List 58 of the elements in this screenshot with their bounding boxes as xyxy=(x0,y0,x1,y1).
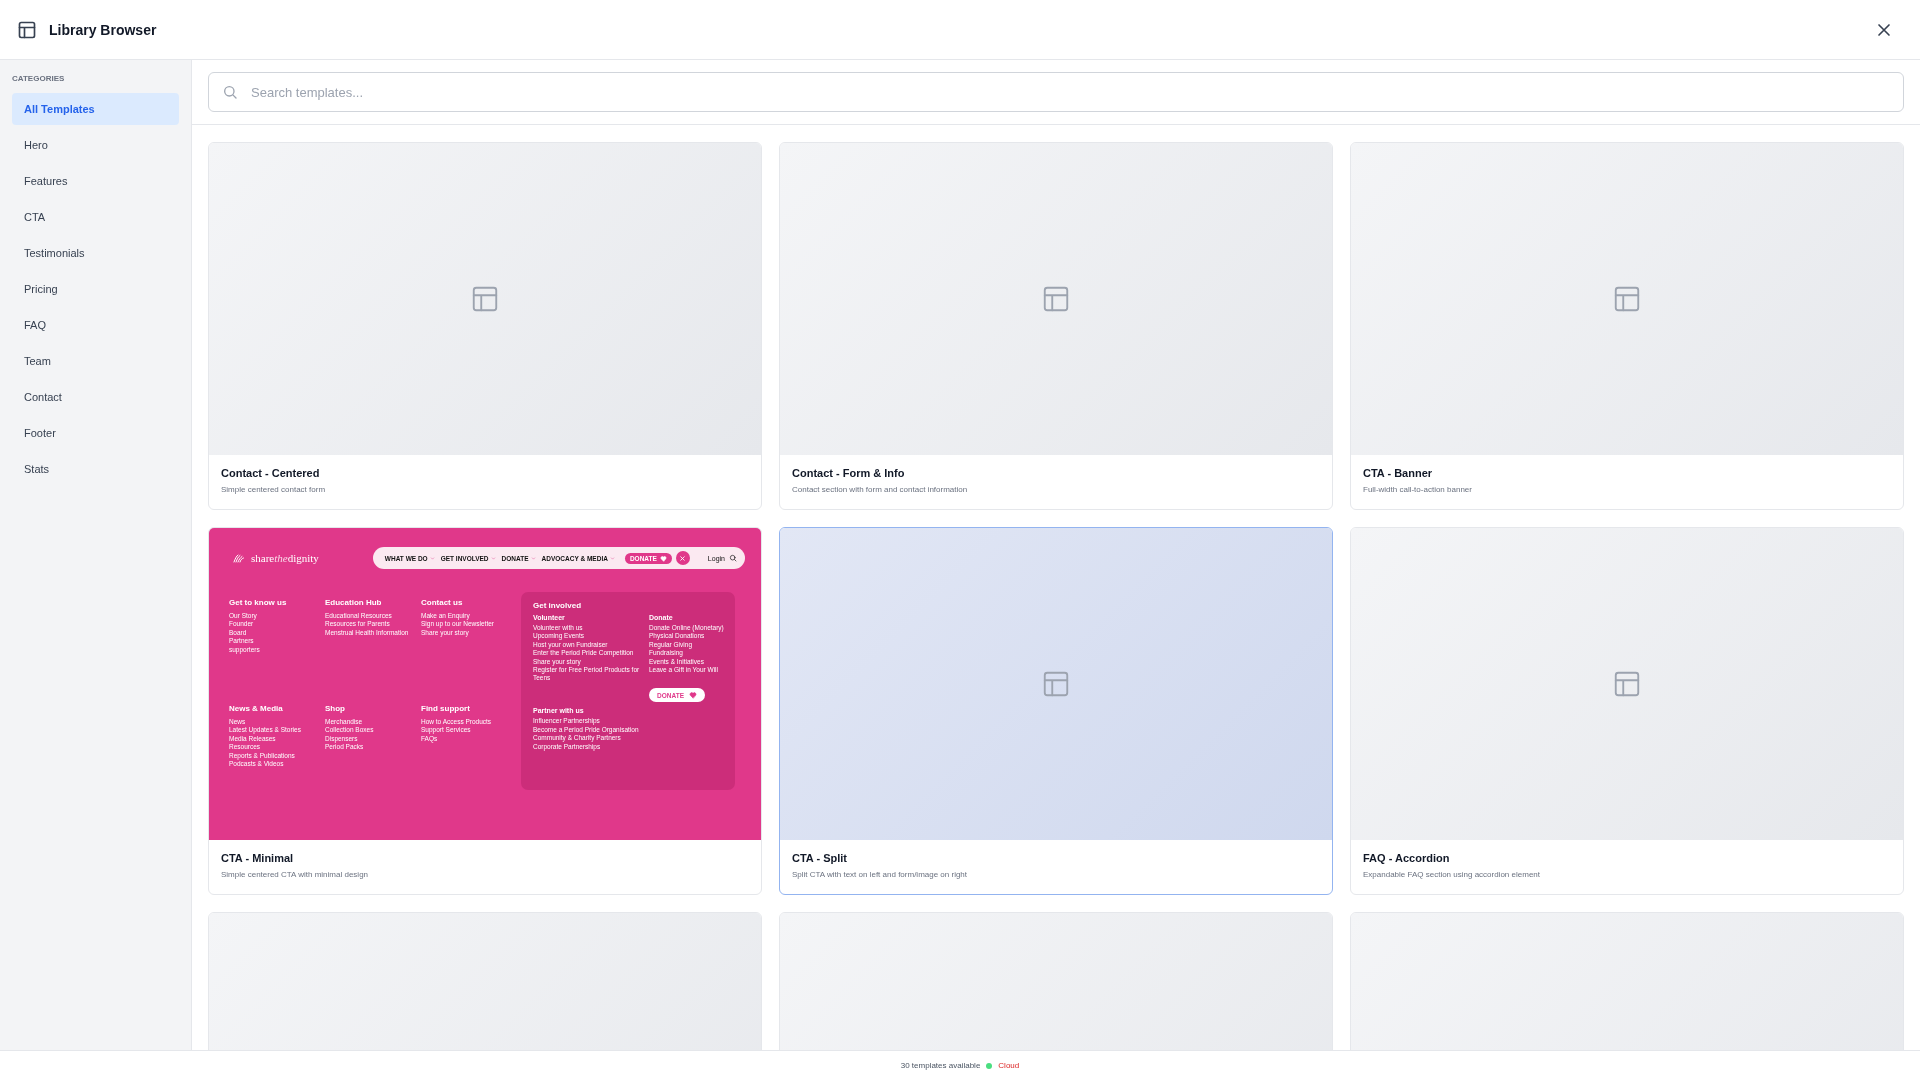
column-heading: Education Hub xyxy=(325,598,383,607)
card-title: Contact - Centered xyxy=(221,467,321,479)
card-title: Contact - Form & Info xyxy=(792,467,906,479)
sidebar-item[interactable]: CTA xyxy=(12,201,179,233)
layout-icon xyxy=(1612,669,1642,699)
heart-icon xyxy=(659,554,667,562)
source-label: Cloud xyxy=(998,1061,1020,1070)
layout-icon xyxy=(1041,669,1071,699)
template-card[interactable]: Contact - Form & Info Contact section with form and contact information xyxy=(779,142,1333,510)
card-title: CTA - Banner xyxy=(1363,467,1434,479)
layout-icon xyxy=(470,284,500,314)
chevron-down-icon xyxy=(530,555,536,561)
sidebar-heading: CATEGORIES xyxy=(12,74,66,85)
chevron-down-icon xyxy=(490,555,496,561)
chevron-down-icon xyxy=(609,555,615,561)
card-title: CTA - Minimal xyxy=(221,852,295,864)
logo-text: sharethedignity xyxy=(251,552,319,564)
panel-heading: Get involved xyxy=(533,601,582,610)
column-heading: News & Media xyxy=(229,704,284,713)
card-description: Simple centered contact form xyxy=(221,485,327,494)
card-description: Expandable FAQ section using accordion element xyxy=(1363,870,1541,879)
sidebar-item[interactable]: Stats xyxy=(12,453,179,485)
card-title: FAQ - Accordion xyxy=(1363,852,1451,864)
card-title: CTA - Split xyxy=(792,852,848,864)
sidebar-item[interactable]: Footer xyxy=(12,417,179,449)
column-heading: Get to know us xyxy=(229,598,288,607)
template-count: 30 templates available xyxy=(900,1061,981,1070)
status-dot xyxy=(986,1062,993,1069)
window-title: Library Browser xyxy=(49,21,157,38)
column-heading: Find support xyxy=(421,704,471,713)
card-description: Full-width call-to-action banner xyxy=(1363,485,1473,494)
sidebar-item[interactable]: Hero xyxy=(12,129,179,161)
template-card[interactable]: CTA - Banner Full-width call-to-action banner xyxy=(1350,142,1904,510)
template-card[interactable]: Contact - Centered Simple centered contact form xyxy=(208,142,762,510)
column-heading: Shop xyxy=(325,704,346,713)
sidebar-item[interactable]: FAQ xyxy=(12,309,179,341)
search-field[interactable]: Search templates... xyxy=(208,72,1904,112)
column-heading: Contact us xyxy=(421,598,464,607)
heart-icon xyxy=(688,691,697,700)
search-icon xyxy=(729,554,737,562)
template-card[interactable]: FAQ - Accordion Expandable FAQ section using accordion element xyxy=(1350,527,1904,895)
chevron-down-icon xyxy=(429,555,435,561)
layout-icon xyxy=(17,19,37,40)
sidebar-item[interactable]: All Templates xyxy=(12,93,179,125)
card-description: Contact section with form and contact information xyxy=(792,485,969,494)
card-description: Split CTA with text on left and form/image on right xyxy=(792,870,969,879)
layout-icon xyxy=(1612,284,1642,314)
sidebar-item[interactable]: Contact xyxy=(12,381,179,413)
template-card[interactable] xyxy=(208,527,762,895)
sidebar-item[interactable]: Pricing xyxy=(12,273,179,305)
sidebar-item[interactable]: Testimonials xyxy=(12,237,179,269)
card-description: Simple centered CTA with minimal design xyxy=(221,870,370,879)
sidebar-item[interactable]: Team xyxy=(12,345,179,377)
sidebar-item[interactable]: Features xyxy=(12,165,179,197)
layout-icon xyxy=(1041,284,1071,314)
search-icon xyxy=(222,84,238,100)
close-icon xyxy=(679,554,687,562)
template-card[interactable]: CTA - Split Split CTA with text on left and form/image on right xyxy=(779,527,1333,895)
